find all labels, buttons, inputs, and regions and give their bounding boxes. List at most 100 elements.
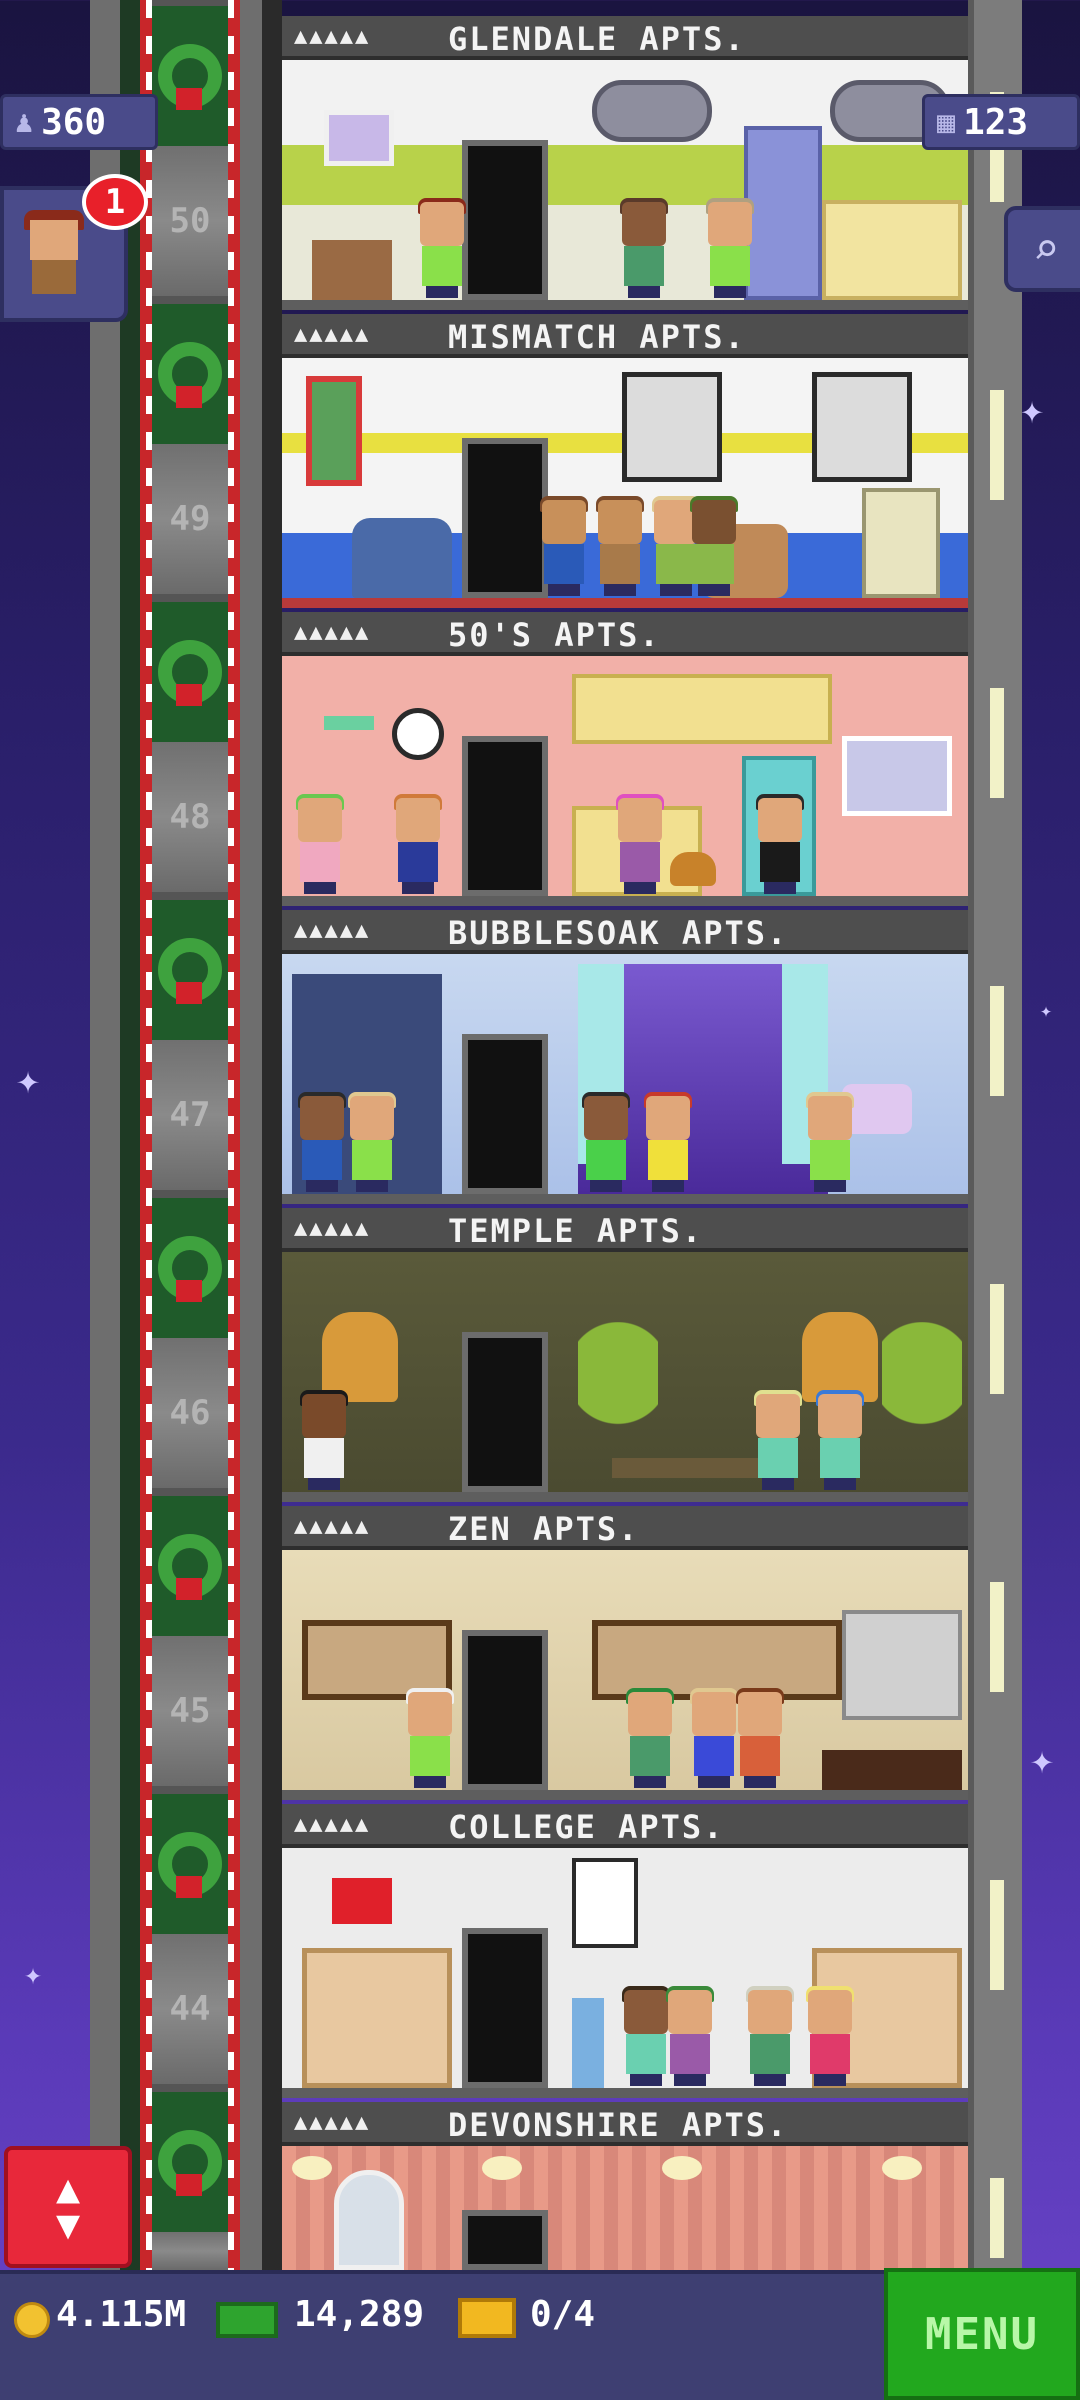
chandelier	[292, 2156, 332, 2180]
apartment-room[interactable]	[282, 1550, 968, 1800]
resident[interactable]	[402, 1688, 458, 1788]
elevator-button[interactable]: ▲ ▼	[4, 2146, 132, 2268]
resident[interactable]	[536, 496, 592, 596]
floor-number: 49	[169, 499, 211, 539]
floor-zen-apts[interactable]: ▲▲▲▲▲ ZEN APTS.	[282, 1506, 968, 1804]
wreath-decoration	[152, 1496, 228, 1636]
elevator-floor-stop[interactable]: 50	[152, 146, 228, 296]
elevator-floor-stop[interactable]: 44	[152, 1934, 228, 2084]
resident[interactable]	[390, 794, 446, 894]
building-icon: ▦	[937, 104, 956, 140]
floor-college-apts[interactable]: ▲▲▲▲▲ COLLEGE APTS.	[282, 1804, 968, 2102]
resident[interactable]	[292, 794, 348, 894]
floor-trim	[282, 2088, 968, 2098]
residents-counter[interactable]: ♟ 360	[0, 94, 158, 150]
elevator-floor-stop[interactable]: 45	[152, 1636, 228, 1786]
floor-temple-apts[interactable]: ▲▲▲▲▲ TEMPLE APTS.	[282, 1208, 968, 1506]
elevator-floor-stop[interactable]: 48	[152, 742, 228, 892]
elevator-floor-stop[interactable]	[152, 2232, 228, 2270]
floor-mismatch-apts[interactable]: ▲▲▲▲▲ MISMATCH APTS.	[282, 314, 968, 612]
floor-trim	[282, 1790, 968, 1800]
resident[interactable]	[812, 1390, 868, 1490]
floor-number: 44	[169, 1989, 211, 2029]
notification-badge: 1	[82, 174, 148, 230]
wall-light	[990, 390, 1004, 500]
wreath-icon	[158, 938, 222, 1004]
apartment-room[interactable]	[282, 1252, 968, 1502]
resident[interactable]	[640, 1092, 696, 1192]
idol-statue	[322, 1312, 398, 1402]
apartment-room[interactable]	[282, 358, 968, 608]
floor-number: 46	[169, 1393, 211, 1433]
sky-star: ✦	[1020, 387, 1045, 433]
wall-light	[990, 1880, 1004, 1990]
resident[interactable]	[742, 1986, 798, 2086]
burger-icon	[670, 852, 716, 886]
coin-icon	[14, 2302, 50, 2338]
elevator-floor-stop[interactable]: 46	[152, 1338, 228, 1488]
floor-devonshire-apts[interactable]: ▲▲▲▲▲ DEVONSHIRE APTS.	[282, 2102, 968, 2270]
resident[interactable]	[802, 1092, 858, 1192]
floor-glendale-apts[interactable]: ▲▲▲▲▲ GLENDALE APTS.	[282, 16, 968, 314]
refrigerator	[842, 1610, 962, 1720]
floor-trim	[282, 1194, 968, 1204]
floor-name: DEVONSHIRE APTS.	[448, 2106, 789, 2144]
up-down-arrows-icon: ▲ ▼	[55, 2166, 81, 2248]
resident[interactable]	[750, 1390, 806, 1490]
elevator-floor-stop[interactable]: 49	[152, 444, 228, 594]
resident[interactable]	[732, 1688, 788, 1788]
sky-star: ✦	[1030, 1737, 1055, 1783]
wreath-icon	[158, 1832, 222, 1898]
floors-counter[interactable]: ▦ 123	[922, 94, 1080, 150]
resident[interactable]	[612, 794, 668, 894]
resident[interactable]	[686, 496, 742, 596]
resident[interactable]	[414, 198, 470, 298]
resident[interactable]	[702, 198, 758, 298]
apartment-room[interactable]	[282, 1848, 968, 2098]
apartment-room[interactable]	[282, 954, 968, 1204]
chandelier	[662, 2156, 702, 2180]
floor-number: 45	[169, 1691, 211, 1731]
floor-name: TEMPLE APTS.	[448, 1212, 704, 1250]
floor-rating-stars: ▲▲▲▲▲	[294, 1514, 371, 1539]
visitor-avatar	[24, 210, 84, 294]
resident[interactable]	[616, 198, 672, 298]
apartment-room[interactable]	[282, 656, 968, 906]
golden-ticket-icon	[458, 2298, 516, 2338]
wall-painting	[306, 376, 362, 486]
floor-name: BUBBLESOAK APTS.	[448, 914, 789, 952]
resident[interactable]	[622, 1688, 678, 1788]
resident[interactable]	[296, 1390, 352, 1490]
floor-name: GLENDALE APTS.	[448, 20, 746, 58]
resident[interactable]	[294, 1092, 350, 1192]
floor-label-bar: ▲▲▲▲▲ GLENDALE APTS.	[282, 16, 968, 60]
floors-value: 123	[963, 101, 1029, 143]
floor-trim	[282, 598, 968, 608]
floor-rating-stars: ▲▲▲▲▲	[294, 620, 371, 645]
floor-50s-apts[interactable]: ▲▲▲▲▲ 50'S APTS.	[282, 612, 968, 910]
resident[interactable]	[578, 1092, 634, 1192]
resident[interactable]	[592, 496, 648, 596]
window-blinds	[622, 372, 722, 482]
armchair	[352, 518, 452, 598]
window	[842, 736, 952, 816]
wall-light	[990, 688, 1004, 798]
resident[interactable]	[344, 1092, 400, 1192]
elevator-floor-stop[interactable]: 47	[152, 1040, 228, 1190]
wreath-icon	[158, 640, 222, 706]
floor-bubblesoak-apts[interactable]: ▲▲▲▲▲ BUBBLESOAK APTS.	[282, 910, 968, 1208]
floor-rating-stars: ▲▲▲▲▲	[294, 918, 371, 943]
search-button[interactable]: ⌕	[1004, 206, 1080, 292]
resident[interactable]	[802, 1986, 858, 2086]
wreath-decoration	[152, 1794, 228, 1934]
sky-star: ✦	[16, 1057, 41, 1103]
menu-button[interactable]: MENU	[884, 2268, 1080, 2400]
resident[interactable]	[752, 794, 808, 894]
wall-light	[990, 1582, 1004, 1692]
chandelier	[882, 2156, 922, 2180]
floor-rating-stars: ▲▲▲▲▲	[294, 2110, 371, 2135]
floor-trim	[282, 896, 968, 906]
resident[interactable]	[662, 1986, 718, 2086]
apartment-room[interactable]	[282, 60, 968, 310]
apartment-room[interactable]	[282, 2146, 968, 2270]
